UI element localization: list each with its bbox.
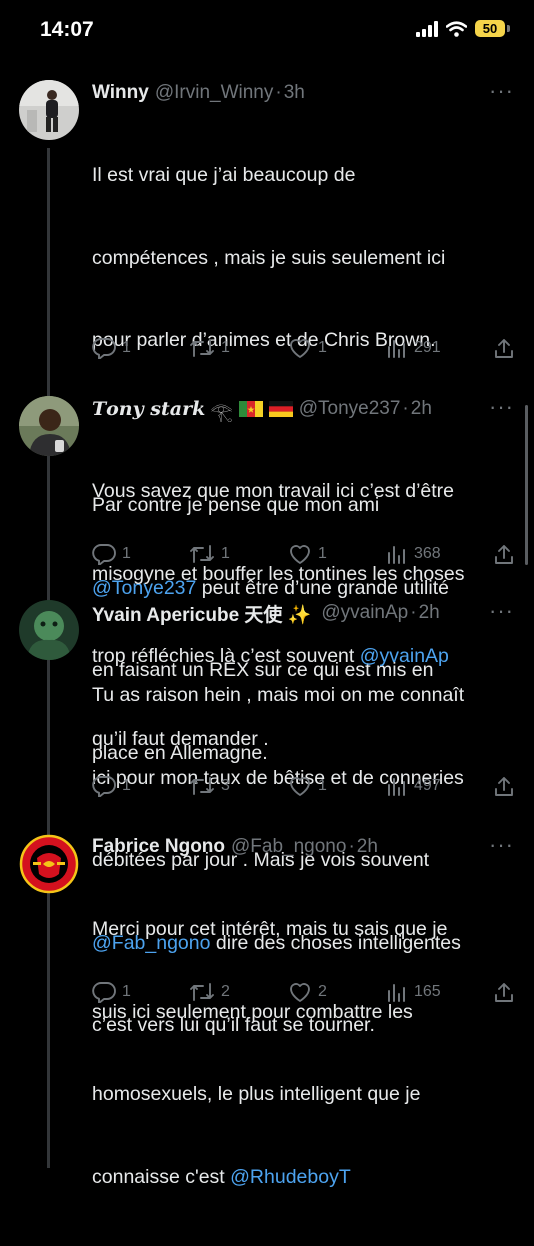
share-button[interactable] (493, 543, 515, 565)
eye-of-horus-icon: 𓂀 (210, 402, 233, 422)
tweet-text: Merci pour cet intérêt, mais tu sais que… (92, 918, 448, 1188)
retweet-icon (190, 983, 214, 1001)
author-name[interactable]: Winny (92, 82, 149, 104)
more-icon[interactable]: ··· (489, 598, 514, 624)
tweet-actions: 1 1 1 368 (92, 543, 522, 569)
tweet-time[interactable]: 2h (411, 398, 432, 420)
views-icon (388, 778, 405, 796)
author-name[interactable]: 𝑻𝒐𝒏𝒚 𝒔𝒕𝒂𝒓𝒌 (92, 398, 205, 420)
reply-icon (92, 776, 116, 797)
retweet-button[interactable]: 1 (189, 543, 230, 565)
status-icons: 50 (416, 20, 510, 37)
reply-icon (92, 544, 116, 565)
wifi-icon (446, 20, 467, 37)
germany-flag-icon (268, 401, 293, 417)
tweet-time[interactable]: 3h (284, 82, 305, 104)
retweet-icon (190, 545, 214, 563)
tweet-time[interactable]: 2h (419, 602, 440, 624)
author-handle[interactable]: @Tonye237 (299, 398, 401, 420)
manchester-united-badge-icon[interactable] (19, 834, 79, 894)
like-button[interactable]: 1 (288, 337, 327, 359)
views-button[interactable]: 368 (386, 543, 441, 565)
avatar-winny[interactable] (19, 80, 79, 140)
heart-icon (290, 983, 310, 1002)
heart-icon (290, 545, 310, 564)
retweet-icon (190, 777, 214, 795)
battery-level: 50 (475, 20, 505, 37)
status-bar: 14:07 50 (0, 0, 534, 62)
tweet-actions: 1 2 2 165 (92, 981, 522, 1007)
share-button[interactable] (493, 775, 515, 797)
heart-icon (290, 777, 310, 796)
battery-icon: 50 (475, 20, 510, 37)
reply-icon (92, 338, 116, 359)
tweet-actions: 1 3 1 497 (92, 775, 522, 801)
reply-button[interactable]: 1 (92, 775, 131, 797)
like-button[interactable]: 2 (288, 981, 327, 1003)
reply-button[interactable]: 1 (92, 337, 131, 359)
share-button[interactable] (493, 981, 515, 1003)
author-handle[interactable]: @Fab_ngono (231, 836, 346, 858)
tweet-actions: 1 1 1 291 (92, 337, 522, 363)
author-name[interactable]: Fabrice Ngono (92, 836, 225, 858)
more-icon[interactable]: ··· (489, 832, 514, 858)
share-icon (495, 777, 513, 796)
avatar-tony-stark[interactable] (19, 396, 79, 456)
views-icon (388, 546, 405, 564)
more-icon[interactable]: ··· (489, 394, 514, 420)
like-button[interactable]: 1 (288, 543, 327, 565)
author-name[interactable]: Yvain Apericube 天使 ✨ (92, 600, 311, 627)
like-button[interactable]: 1 (288, 775, 327, 797)
more-icon[interactable]: ··· (489, 78, 514, 104)
share-icon (495, 545, 513, 564)
views-button[interactable]: 291 (386, 337, 441, 359)
heart-icon (290, 339, 310, 358)
scrollbar[interactable] (525, 405, 528, 565)
author-handle[interactable]: @yvainAp (321, 602, 408, 624)
retweet-button[interactable]: 2 (189, 981, 230, 1003)
retweet-button[interactable]: 3 (189, 775, 230, 797)
mention-link[interactable]: @RhudeboyT (230, 1166, 351, 1188)
views-icon (388, 984, 405, 1002)
views-button[interactable]: 165 (386, 981, 441, 1003)
tweet-time[interactable]: 2h (357, 836, 378, 858)
reply-button[interactable]: 1 (92, 543, 131, 565)
views-icon (388, 340, 405, 358)
reply-button[interactable]: 1 (92, 981, 131, 1003)
status-time: 14:07 (40, 18, 94, 41)
author-handle[interactable]: @Irvin_Winny (155, 82, 274, 104)
thread-line (47, 668, 50, 1168)
share-icon (495, 983, 513, 1002)
avatar-yvain[interactable] (19, 600, 79, 660)
share-icon (495, 339, 513, 358)
retweet-button[interactable]: 1 (189, 337, 230, 359)
retweet-icon (190, 339, 214, 357)
cameroon-flag-icon (238, 401, 263, 417)
views-button[interactable]: 497 (386, 775, 441, 797)
reply-icon (92, 982, 116, 1003)
signal-icon (416, 20, 438, 37)
share-button[interactable] (493, 337, 515, 359)
